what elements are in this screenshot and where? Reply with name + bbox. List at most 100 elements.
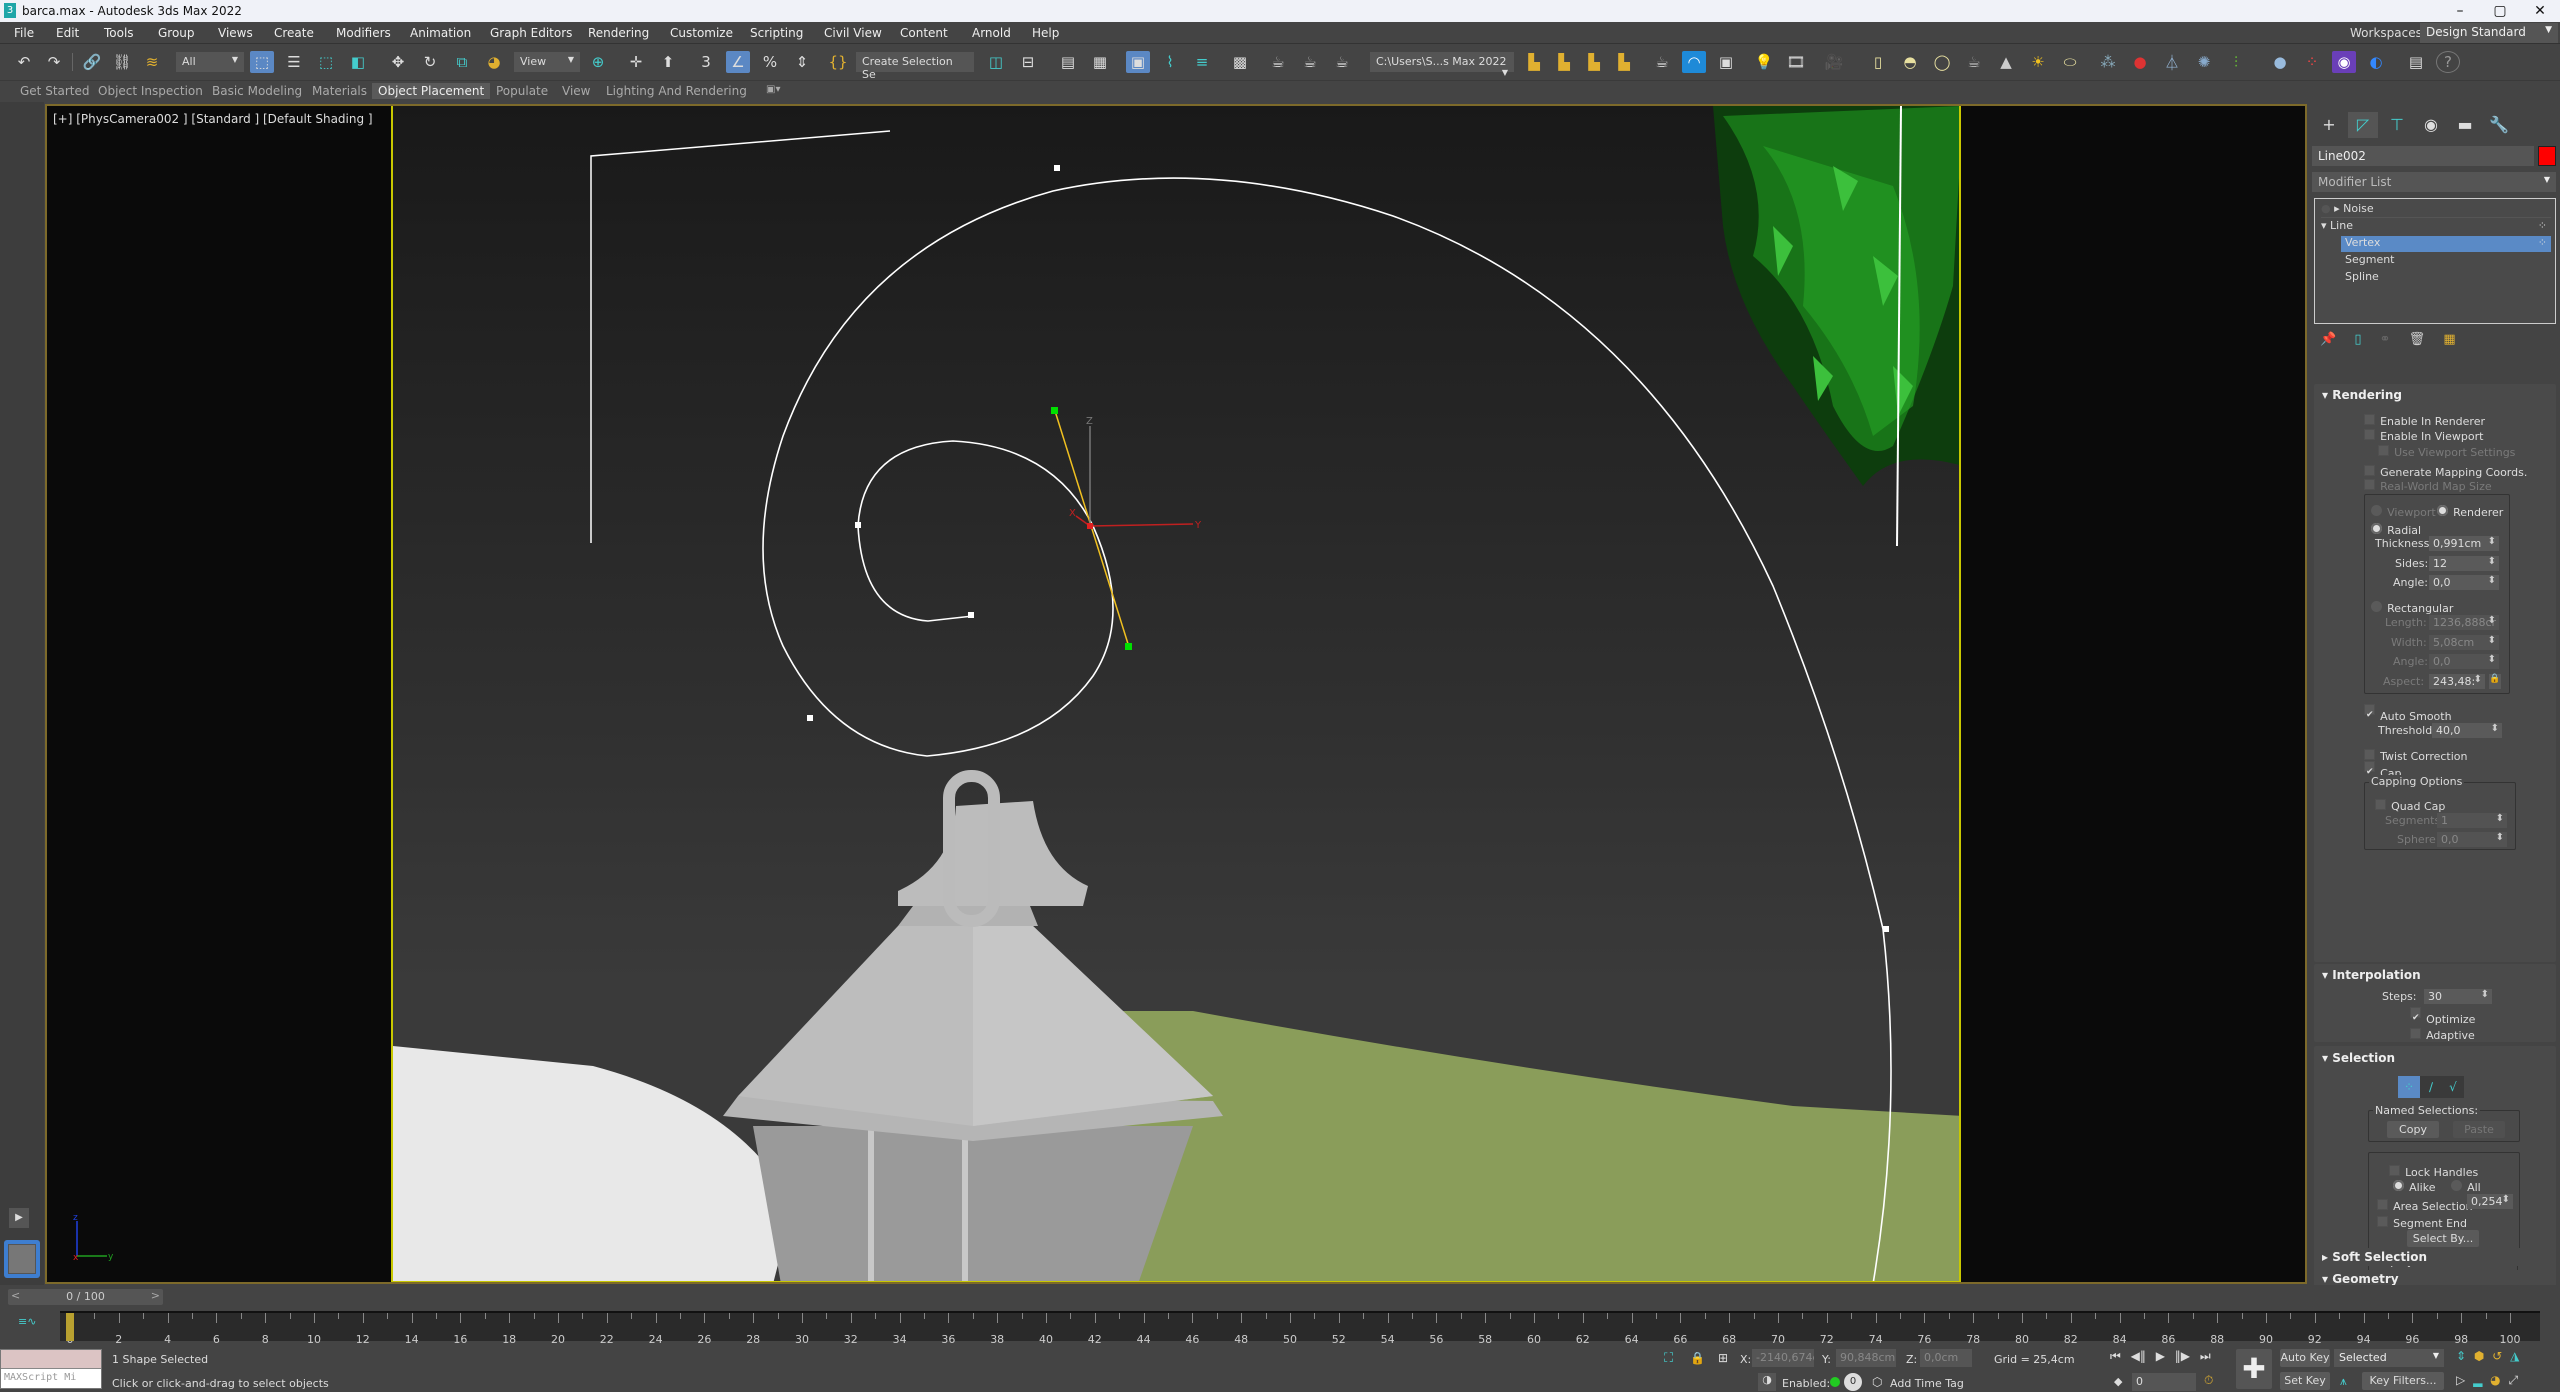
set-keys-button[interactable]: ✚ — [2236, 1349, 2272, 1389]
stack-item-vertex[interactable]: Vertex ⁘ — [2341, 236, 2551, 252]
render-window-icon[interactable]: ▣ — [1714, 51, 1738, 73]
sphere-spinner[interactable]: 0,0 — [2437, 832, 2507, 847]
segments-spinner[interactable]: 1 — [2437, 813, 2507, 828]
menu-rendering[interactable]: Rendering — [588, 26, 649, 40]
viewport-radio[interactable]: Viewport — [2371, 501, 2436, 520]
rotate-icon[interactable]: ↻ — [418, 51, 442, 73]
geometry-rollout[interactable]: ▾ Geometry — [2314, 1270, 2556, 1285]
workspaces-dropdown[interactable]: Design Standard ▼ — [2420, 23, 2558, 43]
soft-selection-rollout[interactable]: ▸ Soft Selection — [2314, 1248, 2556, 1266]
selection-rollout-header[interactable]: ▾ Selection — [2322, 1051, 2395, 1065]
vertex-subobject-icon[interactable]: ⁘ — [2398, 1076, 2420, 1098]
object-name-field[interactable]: Line002 — [2312, 146, 2534, 166]
move-icon[interactable]: ✥ — [386, 51, 410, 73]
stack-item-noise[interactable]: ● ▸ Noise — [2321, 202, 2551, 218]
menu-content[interactable]: Content — [900, 26, 948, 40]
gizmo-center[interactable] — [1087, 523, 1093, 529]
menu-create[interactable]: Create — [274, 26, 314, 40]
time-slider[interactable]: < 0 / 100 > — [8, 1289, 163, 1305]
maximize-viewport-icon[interactable]: ⤢ — [2508, 1373, 2518, 1387]
play-icon[interactable]: ▶ — [2156, 1349, 2165, 1363]
grass-icon[interactable]: ⫶ — [2224, 51, 2248, 73]
selection-lock-icon[interactable]: 🔒 — [1690, 1351, 1705, 1365]
set-key-button[interactable]: Set Key — [2280, 1372, 2330, 1390]
ribbon-tab-materials[interactable]: Materials — [306, 83, 373, 99]
project-icon-4[interactable]: ▙ — [1612, 51, 1636, 73]
segment-end-checkbox[interactable]: Segment End — [2377, 1212, 2467, 1231]
aspect-spinner[interactable]: 243,48: — [2429, 674, 2485, 689]
auto-key-button[interactable]: Auto Key — [2280, 1349, 2330, 1367]
batch-render-icon[interactable]: ▤ — [2404, 51, 2428, 73]
arnold-light-icon[interactable]: ▯ — [1866, 51, 1890, 73]
selection-filter-dropdown[interactable]: All ▼ — [176, 52, 244, 72]
modify-tab-icon[interactable]: ◸ — [2348, 112, 2378, 138]
mirror-icon[interactable]: ◫ — [984, 51, 1008, 73]
next-frame-icon[interactable]: ‖▶ — [2175, 1349, 2190, 1363]
keyboard-shortcut-icon[interactable]: ⬆ — [656, 51, 680, 73]
menu-edit[interactable]: Edit — [56, 26, 79, 40]
spline-vertex[interactable] — [968, 612, 974, 618]
time-configuration-icon[interactable]: ⏱ — [2204, 1373, 2213, 1388]
field-of-view-icon[interactable]: ◮ — [2510, 1349, 2519, 1363]
ribbon-tab-populate[interactable]: Populate — [490, 83, 554, 99]
render-production-icon[interactable]: ☕ — [1330, 51, 1354, 73]
zoom-all-icon[interactable]: ⬢ — [2474, 1349, 2484, 1363]
stack-item-line[interactable]: ▾ Line ⁘ — [2321, 219, 2551, 235]
stack-item-segment[interactable]: Segment — [2345, 253, 2395, 266]
add-time-tag-button[interactable]: Add Time Tag — [1890, 1377, 1964, 1390]
minimize-button[interactable]: – — [2440, 1, 2480, 21]
spline-vertex[interactable] — [855, 522, 861, 528]
object-color-swatch[interactable] — [2538, 146, 2556, 166]
spline-vertex[interactable] — [1883, 926, 1889, 932]
menu-animation[interactable]: Animation — [410, 26, 471, 40]
snaps-toggle-icon[interactable]: 3 — [694, 51, 718, 73]
angle2-spinner[interactable]: 0,0 — [2429, 654, 2499, 669]
help-icon[interactable]: ? — [2436, 51, 2460, 73]
maxscript-output[interactable] — [1, 1350, 101, 1369]
key-filters-button[interactable]: Key Filters... — [2362, 1372, 2444, 1390]
select-by-button[interactable]: Select By... — [2407, 1230, 2479, 1247]
roll-icon[interactable]: ◕ — [2490, 1373, 2500, 1387]
pan-icon[interactable]: ▂ — [2473, 1373, 2482, 1387]
pin-stack-icon[interactable]: 📌 — [2320, 332, 2336, 347]
menu-arnold[interactable]: Arnold — [972, 26, 1011, 40]
spline-vertex[interactable] — [807, 715, 813, 721]
tangent-handle-out[interactable] — [1125, 643, 1132, 650]
menu-group[interactable]: Group — [158, 26, 195, 40]
copy-button[interactable]: Copy — [2387, 1121, 2439, 1138]
ribbon-tab-view[interactable]: View — [556, 83, 596, 99]
camera-sequencer-icon[interactable]: 🎞 — [1784, 51, 1808, 73]
schematic-view-icon[interactable]: ≡ — [1190, 51, 1214, 73]
orbit-icon[interactable]: ↺ — [2492, 1349, 2502, 1363]
absolute-mode-icon[interactable]: ⊞ — [1718, 1351, 1728, 1365]
rectangular-radio[interactable]: Rectangular — [2371, 597, 2453, 616]
spinner-snap-icon[interactable]: ⇕ — [790, 51, 814, 73]
current-frame-field[interactable]: 0 — [2132, 1373, 2196, 1391]
key-mode-dropdown[interactable]: Selected ▼ — [2334, 1349, 2444, 1367]
ribbon-tab-get-started[interactable]: Get Started — [14, 83, 96, 99]
adaptive-checkbox[interactable]: Adaptive — [2410, 1024, 2475, 1043]
arnold-material-icon[interactable]: ◉ — [2332, 51, 2356, 73]
project-folder-dropdown[interactable]: C:\Users\S...s Max 2022 ▼ — [1370, 52, 1514, 77]
time-tag-icon[interactable]: ⬡ — [1872, 1375, 1882, 1389]
next-frame-arrow-icon[interactable]: > — [151, 1289, 160, 1302]
y-coordinate-field[interactable]: 90,848cm — [1836, 1349, 1896, 1367]
sphere-render-icon[interactable]: ● — [2268, 51, 2292, 73]
rendering-rollout-header[interactable]: ▾ Rendering — [2322, 388, 2402, 402]
expand-viewport-layouts-icon[interactable]: ▶ — [9, 1208, 29, 1228]
ies-light-icon[interactable]: ⬭ — [2058, 51, 2082, 73]
procedural-icon[interactable]: ● — [2128, 51, 2152, 73]
stack-item-spline[interactable]: Spline — [2345, 270, 2379, 283]
viewport-layout-tab[interactable] — [4, 1240, 40, 1278]
paste-button[interactable]: Paste — [2453, 1121, 2505, 1138]
zoom-icon[interactable]: ⇕ — [2456, 1349, 2466, 1363]
configure-modifier-sets-icon[interactable]: ▦ — [2443, 332, 2455, 347]
renderer-radio[interactable]: Renderer — [2437, 501, 2503, 520]
menu-graph-editors[interactable]: Graph Editors — [490, 26, 572, 40]
toggle-ribbon-icon[interactable]: ▣ — [1126, 51, 1150, 73]
time-tag-counter-icon[interactable]: 0 — [1844, 1373, 1862, 1391]
select-manipulate-icon[interactable]: ✛ — [624, 51, 648, 73]
fractal-icon[interactable]: ✺ — [2192, 51, 2216, 73]
link-icon[interactable]: 🔗 — [80, 51, 104, 73]
ribbon-tab-basic-modeling[interactable]: Basic Modeling — [206, 83, 308, 99]
